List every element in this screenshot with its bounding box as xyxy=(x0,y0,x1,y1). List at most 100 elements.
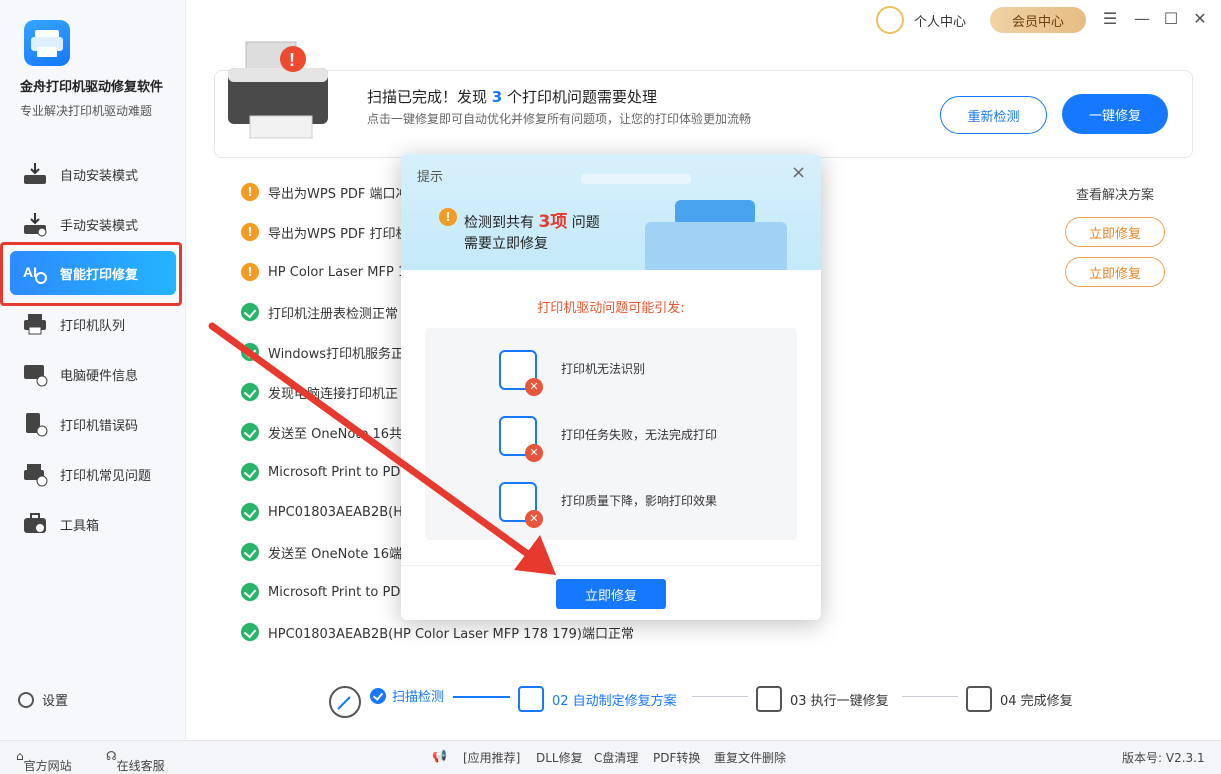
view-solutions-label: 查看解决方案 xyxy=(1076,188,1155,203)
issue-text: Windows打印机服务正 xyxy=(268,346,405,362)
step-execute: 03 执行一键修复 xyxy=(756,686,889,712)
issue-row: HPC01803AEAB2B(HP Color Laser MFP 178 17… xyxy=(241,622,634,642)
sidebar-item-hardware-info[interactable]: 电脑硬件信息 xyxy=(10,352,176,396)
risk-item: 打印质量下降，影响打印效果 xyxy=(561,494,718,508)
printer-queue-icon xyxy=(22,311,48,337)
printer-warning-illustration: ! xyxy=(226,36,336,146)
issue-text: 导出为WPS PDF 打印机 xyxy=(268,226,409,242)
sidebar-item-toolbox[interactable]: 工具箱 xyxy=(10,502,176,546)
avatar xyxy=(876,6,904,34)
check-circle-icon xyxy=(241,303,259,321)
step-complete: 04 完成修复 xyxy=(966,686,1073,712)
dialog-title: 提示 xyxy=(417,170,444,185)
sidebar-item-label: 电脑硬件信息 xyxy=(60,368,139,384)
issue-row: Microsoft Print to PDF xyxy=(241,462,408,482)
manual-install-icon xyxy=(22,211,48,237)
issue-row: Microsoft Print to PDF xyxy=(241,582,408,602)
sidebar-item-printer-queue[interactable]: 打印机队列 xyxy=(10,302,176,346)
step-connector xyxy=(453,696,510,698)
fix-all-button[interactable]: 一键修复 xyxy=(1062,94,1168,134)
vip-center-button[interactable]: 会员中心 xyxy=(990,7,1086,33)
version-label: 版本号: V2.3.1 xyxy=(1122,751,1205,765)
app-window: 金舟打印机驱动修复软件 专业解决打印机驱动难题 自动安装模式 手动安装模式 AI… xyxy=(0,0,1221,774)
step-connector xyxy=(902,696,958,697)
dialog-message-line2: 需要立即修复 xyxy=(464,236,548,252)
user-center-button[interactable]: 个人中心 xyxy=(876,6,966,34)
dialog-issue-count: 3项 xyxy=(538,212,568,232)
issue-count: 3 xyxy=(491,88,503,106)
c-drive-clean-link[interactable]: C盘清理 xyxy=(594,749,638,766)
issue-row: 打印机注册表检测正常 xyxy=(241,302,398,322)
complete-step-icon xyxy=(966,686,992,712)
issue-row: HP Color Laser MFP 1 xyxy=(241,262,406,282)
sidebar-item-faq[interactable]: 打印机常见问题 xyxy=(10,452,176,496)
toolbox-icon xyxy=(22,511,48,537)
hardware-info-icon xyxy=(22,361,48,387)
quality-error-icon: ✕ xyxy=(499,482,543,528)
check-circle-icon xyxy=(241,543,259,561)
issue-row: 发现电脑连接打印机正 xyxy=(241,382,398,402)
warning-icon: ! xyxy=(439,208,457,226)
settings-button[interactable]: 设置 xyxy=(18,690,68,709)
speaker-icon: 📢 xyxy=(432,749,447,763)
error-code-icon xyxy=(22,411,48,437)
app-title: 金舟打印机驱动修复软件 xyxy=(20,80,164,95)
sidebar: 金舟打印机驱动修复软件 专业解决打印机驱动难题 自动安装模式 手动安装模式 AI… xyxy=(0,0,186,740)
highlight-box xyxy=(0,242,182,306)
svg-text:!: ! xyxy=(289,50,295,70)
risk-item: 打印机无法识别 xyxy=(561,362,646,376)
step-plan: 02 自动制定修复方案 xyxy=(518,686,677,712)
issue-text: 发现电脑连接打印机正 xyxy=(268,386,399,402)
online-service-link[interactable]: ☊ 在线客服 xyxy=(106,749,165,773)
pdf-convert-link[interactable]: PDF转换 xyxy=(653,749,700,766)
sidebar-item-error-code[interactable]: 打印机错误码 xyxy=(10,402,176,446)
issue-text: Microsoft Print to PDF xyxy=(268,464,408,480)
issue-text: HPC01803AEAB2B(HP xyxy=(268,504,411,520)
check-circle-icon xyxy=(241,583,259,601)
issue-text: 打印机注册表检测正常 xyxy=(268,306,399,322)
warning-icon xyxy=(241,223,259,241)
sidebar-item-label: 工具箱 xyxy=(60,518,100,534)
settings-label: 设置 xyxy=(42,694,69,709)
issue-row: 导出为WPS PDF 端口冲 xyxy=(241,182,409,202)
faq-icon xyxy=(22,461,48,487)
risk-item: 打印任务失败，无法完成打印 xyxy=(561,428,718,442)
dialog-divider xyxy=(401,565,821,566)
repair-prompt-dialog: 提示 × ! 检测到共有 3项 问题 需要立即修复 打印机驱动问题可能引发: ✕… xyxy=(401,154,821,620)
check-circle-icon xyxy=(241,343,259,361)
fix-now-button[interactable]: 立即修复 xyxy=(1065,217,1165,247)
app-logo-icon xyxy=(24,20,70,66)
issue-row: Windows打印机服务正 xyxy=(241,342,404,362)
dialog-close-icon[interactable]: × xyxy=(791,162,806,183)
download-install-icon xyxy=(22,161,48,187)
check-circle-icon xyxy=(241,463,259,481)
recommend-label: [应用推荐] xyxy=(463,751,521,765)
recheck-button[interactable]: 重新检测 xyxy=(940,96,1047,134)
official-website-link[interactable]: ⌂ 官方网站 xyxy=(16,749,72,773)
menu-icon[interactable]: ☰ xyxy=(1101,10,1119,28)
issue-text: 导出为WPS PDF 端口冲 xyxy=(268,186,409,202)
warning-icon xyxy=(241,183,259,201)
dll-repair-link[interactable]: DLL修复 xyxy=(536,749,583,766)
scan-step-icon xyxy=(329,686,361,718)
close-icon[interactable]: ✕ xyxy=(1191,10,1209,28)
duplicate-file-link[interactable]: 重复文件删除 xyxy=(714,749,786,766)
app-subtitle: 专业解决打印机驱动难题 xyxy=(20,104,153,118)
user-center-label: 个人中心 xyxy=(914,14,967,30)
dialog-risk-title: 打印机驱动问题可能引发: xyxy=(537,301,685,316)
dialog-fix-now-button[interactable]: 立即修复 xyxy=(556,579,666,609)
sidebar-item-manual-install[interactable]: 手动安装模式 xyxy=(10,202,176,246)
sidebar-item-label: 打印机队列 xyxy=(60,318,126,334)
maximize-icon[interactable]: ☐ xyxy=(1162,10,1180,28)
scan-title: 扫描已完成！发现 3 个打印机问题需要处理 xyxy=(367,88,658,106)
step-connector xyxy=(692,696,748,697)
fix-now-button[interactable]: 立即修复 xyxy=(1065,257,1165,287)
minimize-icon[interactable]: — xyxy=(1133,10,1151,28)
issue-row: HPC01803AEAB2B(HP xyxy=(241,502,411,522)
check-icon xyxy=(370,687,386,704)
check-circle-icon xyxy=(241,623,259,641)
issue-text: HP Color Laser MFP 1 xyxy=(268,264,407,280)
scan-subtitle: 点击一键修复即可自动优化并修复所有问题项，让您的打印体验更加流畅 xyxy=(367,112,752,126)
sidebar-item-auto-install[interactable]: 自动安装模式 xyxy=(10,152,176,196)
printer-step-icon xyxy=(756,686,782,712)
